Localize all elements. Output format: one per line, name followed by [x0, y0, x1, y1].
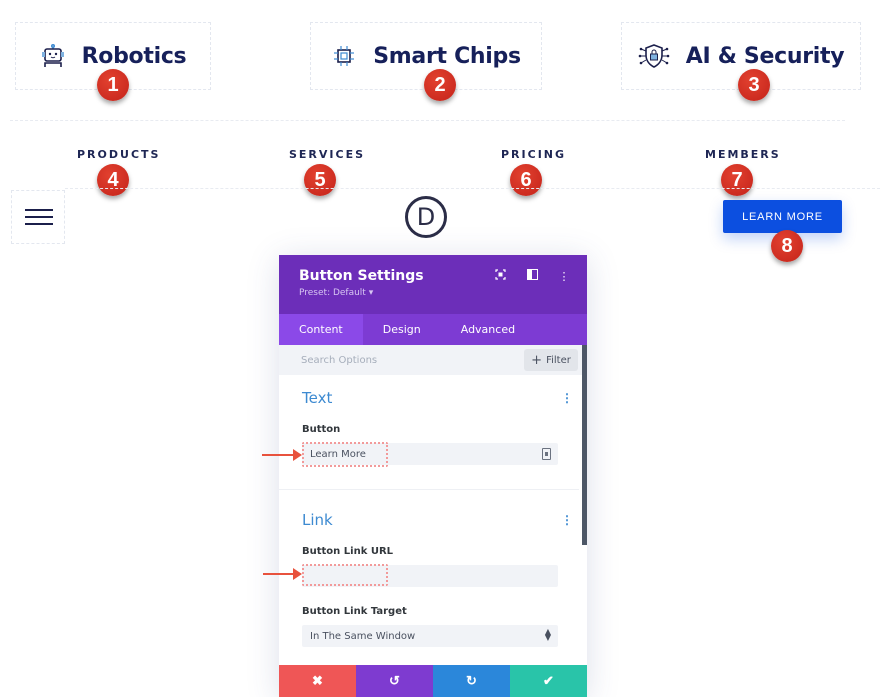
checkmark-icon: ✔ [543, 673, 554, 688]
divider-line [10, 120, 845, 121]
plus-icon: + [531, 352, 543, 368]
tab-advanced[interactable]: Advanced [441, 314, 535, 345]
button-settings-panel: Button Settings Preset: Default ▾ ⋮ Cont… [279, 255, 587, 697]
section-menu-icon[interactable]: ⋮ [561, 513, 573, 527]
expand-icon[interactable] [493, 269, 507, 283]
annotation-badge-8: 8 [771, 230, 803, 262]
section-menu-icon[interactable]: ⋮ [561, 391, 573, 405]
filter-button[interactable]: + Filter [524, 349, 578, 371]
undo-button[interactable]: ↺ [356, 665, 433, 697]
annotation-badge-1: 1 [97, 69, 129, 101]
annotation-badge-6: 6 [510, 164, 542, 196]
search-options-input[interactable] [301, 354, 501, 366]
arrow-pointer-icon [262, 449, 302, 461]
annotation-badge-7: 7 [721, 164, 753, 196]
undo-icon: ↺ [389, 673, 400, 688]
hamburger-line [25, 223, 53, 225]
nav-item-members[interactable]: MEMBERS [705, 148, 781, 161]
field-label-button-link-target: Button Link Target [302, 606, 407, 617]
highlight-button-text [302, 442, 388, 467]
cancel-button[interactable]: ✖ [279, 665, 356, 697]
filter-label: Filter [546, 354, 571, 366]
header-card-title: Robotics [81, 43, 187, 69]
select-arrows-icon: ▲ ▼ [544, 627, 551, 642]
robot-icon [40, 44, 66, 68]
redo-button[interactable]: ↻ [433, 665, 510, 697]
tab-content[interactable]: Content [279, 314, 363, 345]
field-label-button: Button [302, 424, 341, 435]
button-link-target-select[interactable]: In The Same Window ▲ ▼ [302, 625, 558, 647]
arrow-pointer-icon [263, 568, 302, 580]
save-button[interactable]: ✔ [510, 665, 587, 697]
chip-icon [331, 43, 357, 69]
field-label-button-link-url: Button Link URL [302, 546, 394, 557]
nav-item-products[interactable]: PRODUCTS [77, 148, 160, 161]
header-card-title: AI & Security [685, 43, 845, 69]
section-title-text[interactable]: Text [302, 389, 332, 407]
close-icon: ✖ [312, 673, 323, 688]
nav-item-pricing[interactable]: PRICING [501, 148, 566, 161]
panel-scrollbar[interactable] [582, 345, 587, 545]
annotation-badge-5: 5 [304, 164, 336, 196]
redo-icon: ↻ [466, 673, 477, 688]
tab-design[interactable]: Design [363, 314, 441, 345]
dynamic-content-icon[interactable] [542, 448, 551, 460]
divi-logo[interactable]: D [405, 196, 447, 238]
learn-more-button[interactable]: LEARN MORE [723, 200, 842, 233]
link-target-value: In The Same Window [310, 630, 416, 642]
sidebar-layout-icon[interactable] [525, 269, 539, 283]
section-divider [279, 489, 579, 490]
header-card-title: Smart Chips [373, 43, 521, 69]
preset-selector[interactable]: Preset: Default ▾ [299, 288, 567, 298]
panel-header[interactable]: Button Settings Preset: Default ▾ ⋮ [279, 255, 587, 314]
divider-line [65, 188, 880, 189]
hamburger-line [25, 209, 53, 211]
annotation-badge-2: 2 [424, 69, 456, 101]
panel-tabs: Content Design Advanced [279, 314, 587, 345]
annotation-badge-3: 3 [738, 69, 770, 101]
shield-lock-icon [638, 43, 670, 69]
nav-item-services[interactable]: SERVICES [289, 148, 365, 161]
more-vertical-icon[interactable]: ⋮ [557, 270, 571, 283]
section-title-link[interactable]: Link [302, 511, 333, 529]
panel-action-bar: ✖ ↺ ↻ ✔ [279, 665, 587, 697]
hamburger-line [25, 216, 53, 218]
search-row: + Filter [279, 345, 587, 375]
hamburger-menu-button[interactable] [11, 190, 65, 244]
annotation-badge-4: 4 [97, 164, 129, 196]
highlight-link-url [302, 564, 388, 586]
